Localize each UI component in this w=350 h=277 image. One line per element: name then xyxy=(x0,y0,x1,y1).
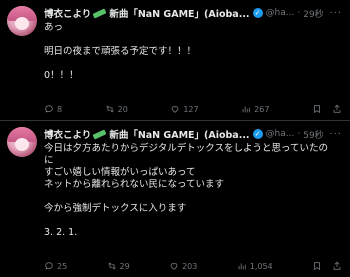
avatar[interactable] xyxy=(7,127,37,157)
display-name-suffix[interactable]: 新曲「NaN GAME」(Aioba... xyxy=(109,127,249,141)
like-count: 127 xyxy=(183,104,199,114)
retweet-count: 20 xyxy=(117,104,128,114)
tweet-line: 3. 2. 1. xyxy=(44,227,78,238)
retweet-button[interactable]: 29 xyxy=(107,261,130,271)
tweet-line: 0！！！ xyxy=(44,70,79,81)
retweet-icon xyxy=(107,262,116,270)
action-bar: 25 29 203 1,054 xyxy=(44,261,342,271)
share-icon[interactable] xyxy=(332,261,342,271)
separator: · xyxy=(297,129,301,139)
tweet-line: 明日の夜まで頑張る予定です！！！ xyxy=(44,46,197,57)
display-name[interactable]: 博衣こより xyxy=(44,6,91,20)
reply-count: 25 xyxy=(57,261,68,271)
tweet-line: あっ xyxy=(44,22,64,33)
retweet-icon xyxy=(105,105,114,113)
views-icon xyxy=(238,263,246,270)
tweet-line: 今日は夕方あたりからデジタルデトックスをしようと思っていたの xyxy=(44,143,329,154)
handle[interactable]: @ha... xyxy=(266,8,295,18)
tweet-line: すごい嬉しい情報がいっぱいあって xyxy=(44,167,196,178)
retweet-button[interactable]: 20 xyxy=(105,104,128,114)
tweet-1[interactable]: 博衣こより 新曲「NaN GAME」(Aioba... ✓ @ha... · 2… xyxy=(0,0,350,120)
tweet-line: 今から強制デトックスに入ります xyxy=(44,203,187,214)
timestamp[interactable]: 59秒 xyxy=(303,128,323,141)
views-count: 267 xyxy=(254,104,270,114)
share-icon[interactable] xyxy=(332,104,342,114)
display-name-suffix[interactable]: 新曲「NaN GAME」(Aioba... xyxy=(109,6,249,20)
action-bar: 8 20 127 267 xyxy=(44,104,342,114)
reply-button[interactable]: 25 xyxy=(44,261,67,271)
like-button[interactable]: 203 xyxy=(169,261,197,271)
pen-emoji-icon xyxy=(92,9,108,18)
views-count: 1,054 xyxy=(249,261,273,271)
avatar[interactable] xyxy=(7,6,37,36)
heart-icon xyxy=(170,263,178,270)
pen-emoji-icon xyxy=(92,130,108,139)
more-icon[interactable]: ··· xyxy=(329,129,342,140)
more-icon[interactable]: ··· xyxy=(329,8,342,19)
reply-button[interactable]: 8 xyxy=(44,104,62,114)
tweet-2[interactable]: 博衣こより 新曲「NaN GAME」(Aioba... ✓ @ha... · 5… xyxy=(0,120,350,277)
tweet-line: ネットから離れられない民になっています xyxy=(44,179,225,190)
like-count: 203 xyxy=(182,261,198,271)
reply-icon xyxy=(45,262,53,270)
tweet-line: に xyxy=(44,155,54,166)
heart-icon xyxy=(172,106,179,113)
reply-count: 8 xyxy=(57,104,63,114)
verified-check-icon: ✓ xyxy=(252,129,263,139)
views-button[interactable]: 267 xyxy=(241,104,269,114)
separator: · xyxy=(297,8,301,18)
views-icon xyxy=(242,106,250,113)
reply-icon xyxy=(45,105,53,113)
display-name[interactable]: 博衣こより xyxy=(44,127,91,141)
bookmark-icon[interactable] xyxy=(312,261,322,271)
views-button[interactable]: 1,054 xyxy=(237,261,273,271)
timestamp[interactable]: 29秒 xyxy=(303,7,323,20)
handle[interactable]: @ha... xyxy=(266,129,295,139)
tweet-text: あっ 明日の夜まで頑張る予定です！！！ 0！！！ xyxy=(44,22,342,82)
bookmark-icon[interactable] xyxy=(312,104,322,114)
verified-check-icon: ✓ xyxy=(252,8,263,18)
like-button[interactable]: 127 xyxy=(170,104,199,114)
retweet-count: 29 xyxy=(119,261,130,271)
tweet-text: 今日は夕方あたりからデジタルデトックスをしようと思っていたの に すごい嬉しい情… xyxy=(44,143,342,239)
